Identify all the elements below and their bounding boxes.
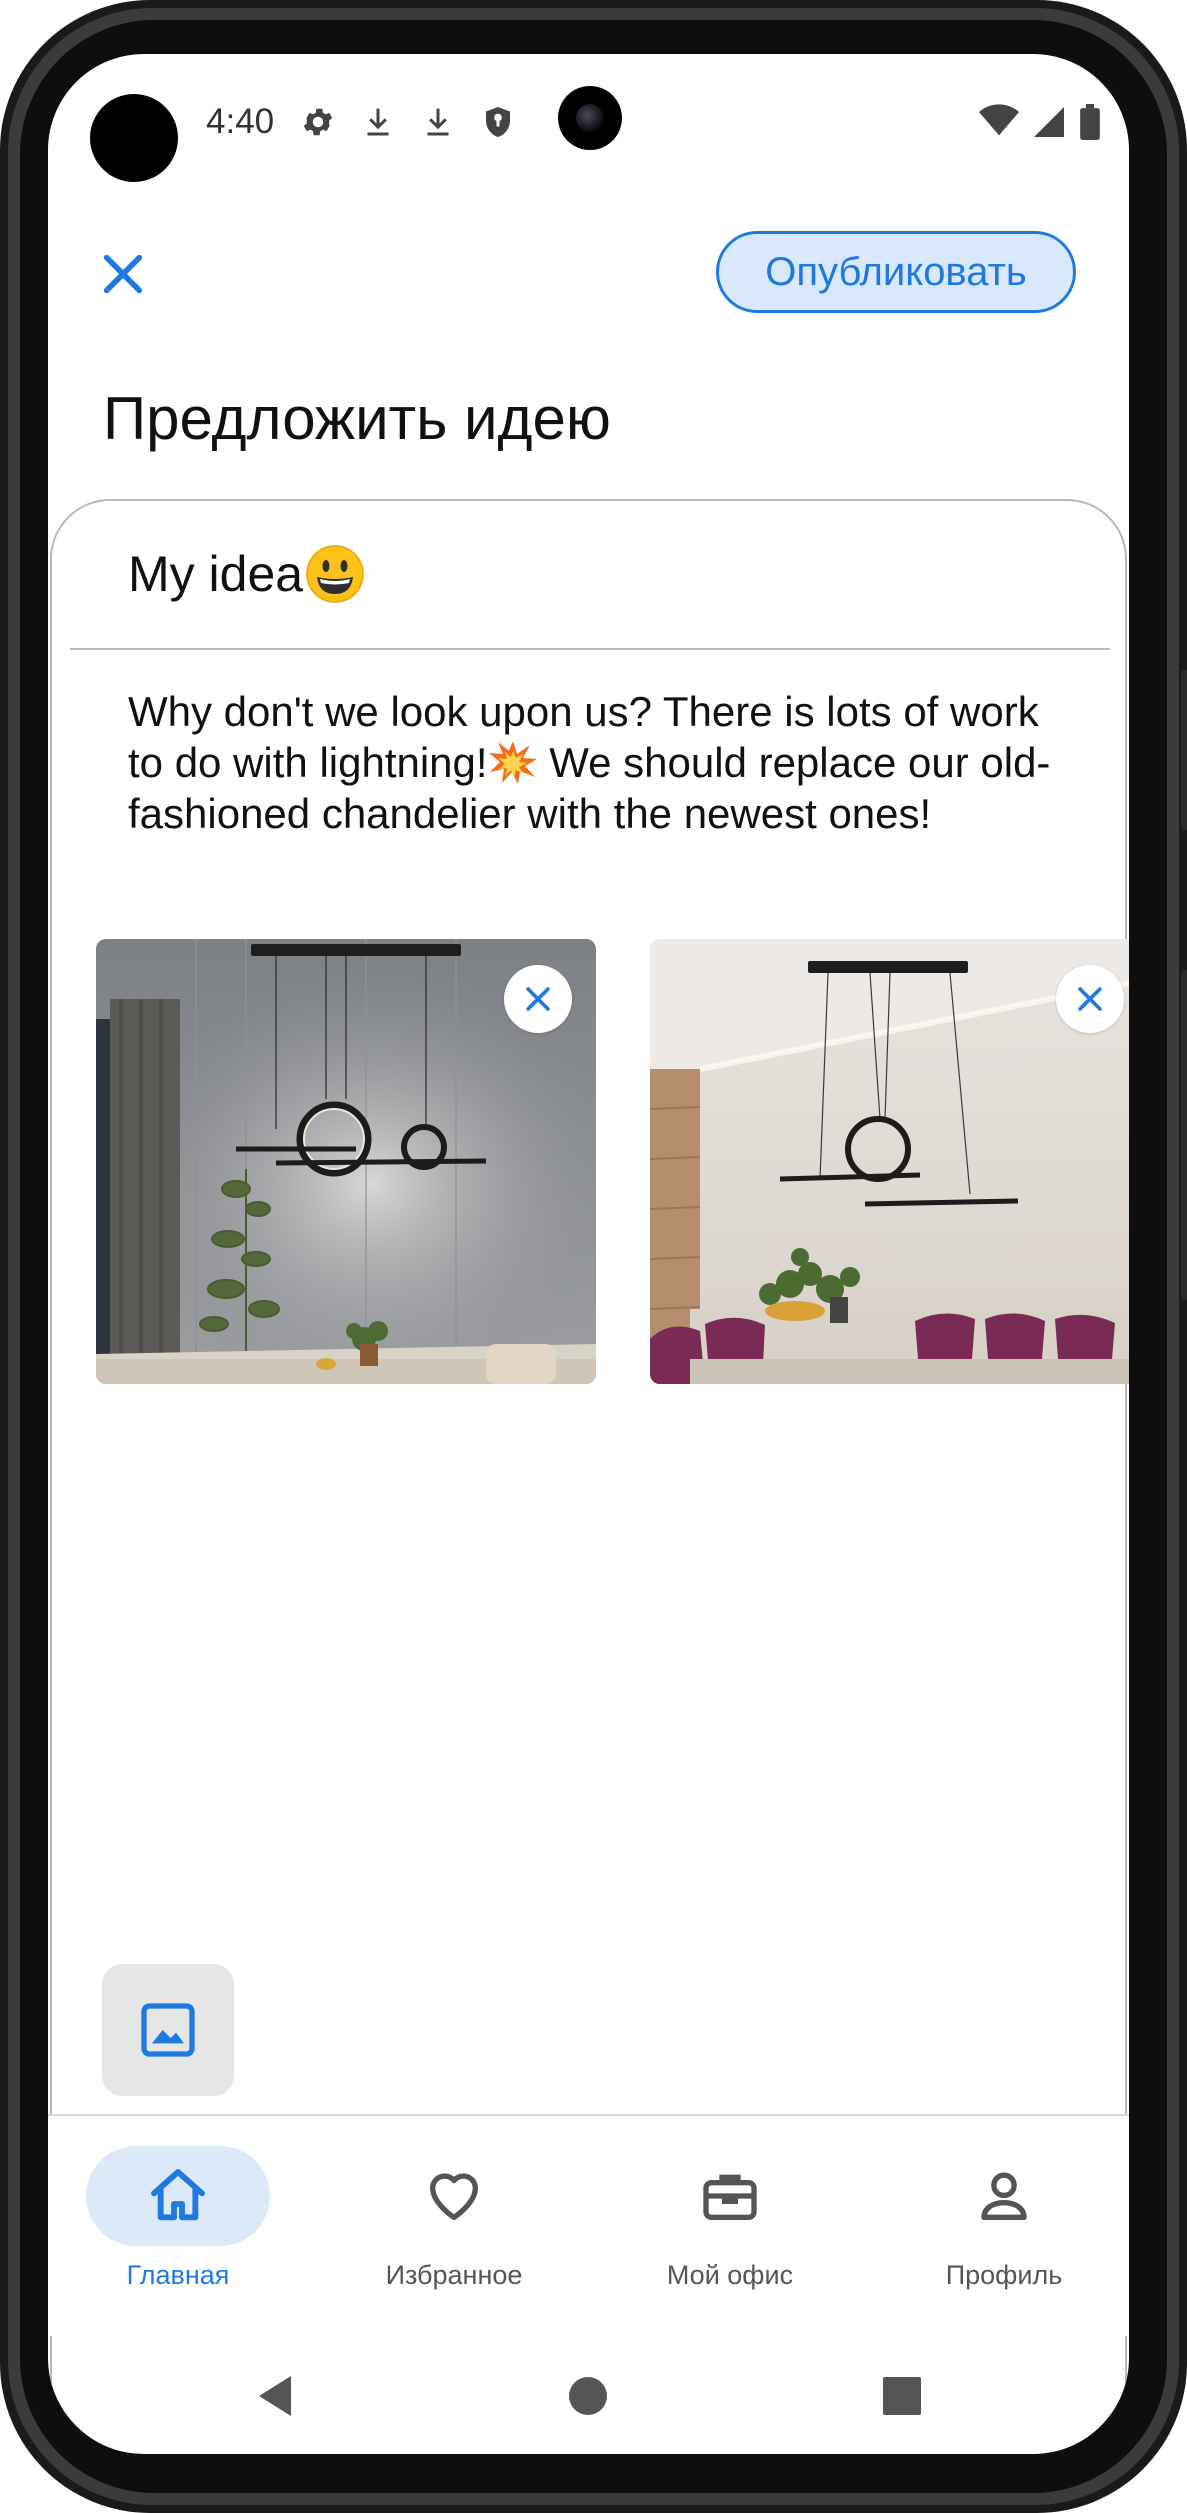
grinning-face-emoji — [305, 544, 365, 604]
idea-title-text: My idea — [128, 546, 304, 602]
shield-icon — [480, 104, 516, 145]
remove-photo-2-button[interactable] — [1056, 965, 1124, 1033]
close-icon — [1078, 987, 1102, 1011]
square-icon — [883, 2377, 921, 2415]
settings-icon — [300, 104, 336, 145]
phone-device: 4:40 Опубликовать Предложить идею My ide… — [0, 0, 1187, 2513]
chandelier-photo-1 — [96, 939, 596, 1384]
status-right-icons — [979, 104, 1101, 145]
volume-button — [1181, 670, 1187, 830]
app-screen: 4:40 Опубликовать Предложить идею My ide… — [48, 54, 1129, 2454]
nav-item-favorites[interactable]: Избранное — [344, 2146, 564, 2291]
close-button[interactable] — [88, 239, 158, 309]
nav-icon-wrap — [912, 2146, 1096, 2246]
camera-cutout — [90, 94, 178, 182]
image-icon — [141, 2003, 195, 2057]
power-button — [1181, 970, 1187, 1300]
title-divider — [70, 648, 1110, 650]
heart-icon — [430, 2173, 478, 2220]
download-icon — [420, 104, 456, 145]
home-system-button[interactable] — [566, 2372, 610, 2425]
front-camera — [558, 86, 622, 150]
attach-image-button[interactable] — [102, 1964, 234, 2096]
system-navigation-bar — [48, 2344, 1129, 2454]
close-icon — [103, 254, 143, 294]
status-icons — [300, 104, 516, 145]
recents-button[interactable] — [880, 2372, 924, 2425]
back-icon — [259, 2376, 291, 2416]
wifi-icon — [979, 104, 1019, 145]
nav-active-indicator — [86, 2146, 270, 2246]
nav-label-favorites: Избранное — [385, 2260, 523, 2290]
close-icon — [526, 987, 550, 1011]
status-time: 4:40 — [206, 102, 275, 141]
circle-icon — [569, 2377, 607, 2415]
remove-photo-1-button[interactable] — [504, 965, 572, 1033]
nav-label-my-office: Мой офис — [666, 2260, 794, 2290]
nav-icon-wrap — [362, 2146, 546, 2246]
nav-item-my-office[interactable]: Мой офис — [620, 2146, 840, 2291]
person-icon — [981, 2172, 1027, 2220]
briefcase-icon — [703, 2174, 757, 2220]
page-title: Предложить идею — [103, 385, 611, 452]
download-icon — [360, 104, 396, 145]
nav-icon-wrap — [638, 2146, 822, 2246]
collision-emoji — [488, 739, 538, 785]
battery-icon — [1079, 104, 1101, 145]
idea-body-input[interactable]: Why don't we look upon us? There is lots… — [128, 686, 1078, 839]
signal-icon — [1031, 104, 1067, 145]
nav-item-home[interactable]: Главная — [68, 2146, 288, 2291]
publish-button[interactable]: Опубликовать — [716, 231, 1076, 313]
nav-item-profile[interactable]: Профиль — [894, 2146, 1114, 2291]
back-button[interactable] — [253, 2372, 297, 2425]
chandelier-photo-2 — [650, 939, 1129, 1384]
nav-label-home: Главная — [126, 2260, 230, 2290]
idea-title-input[interactable]: My idea — [128, 544, 365, 604]
nav-label-profile: Профиль — [945, 2260, 1063, 2290]
home-icon — [151, 2169, 205, 2221]
bottom-navigation: Главная Избранное Мой офис Профиль — [48, 2114, 1129, 2336]
